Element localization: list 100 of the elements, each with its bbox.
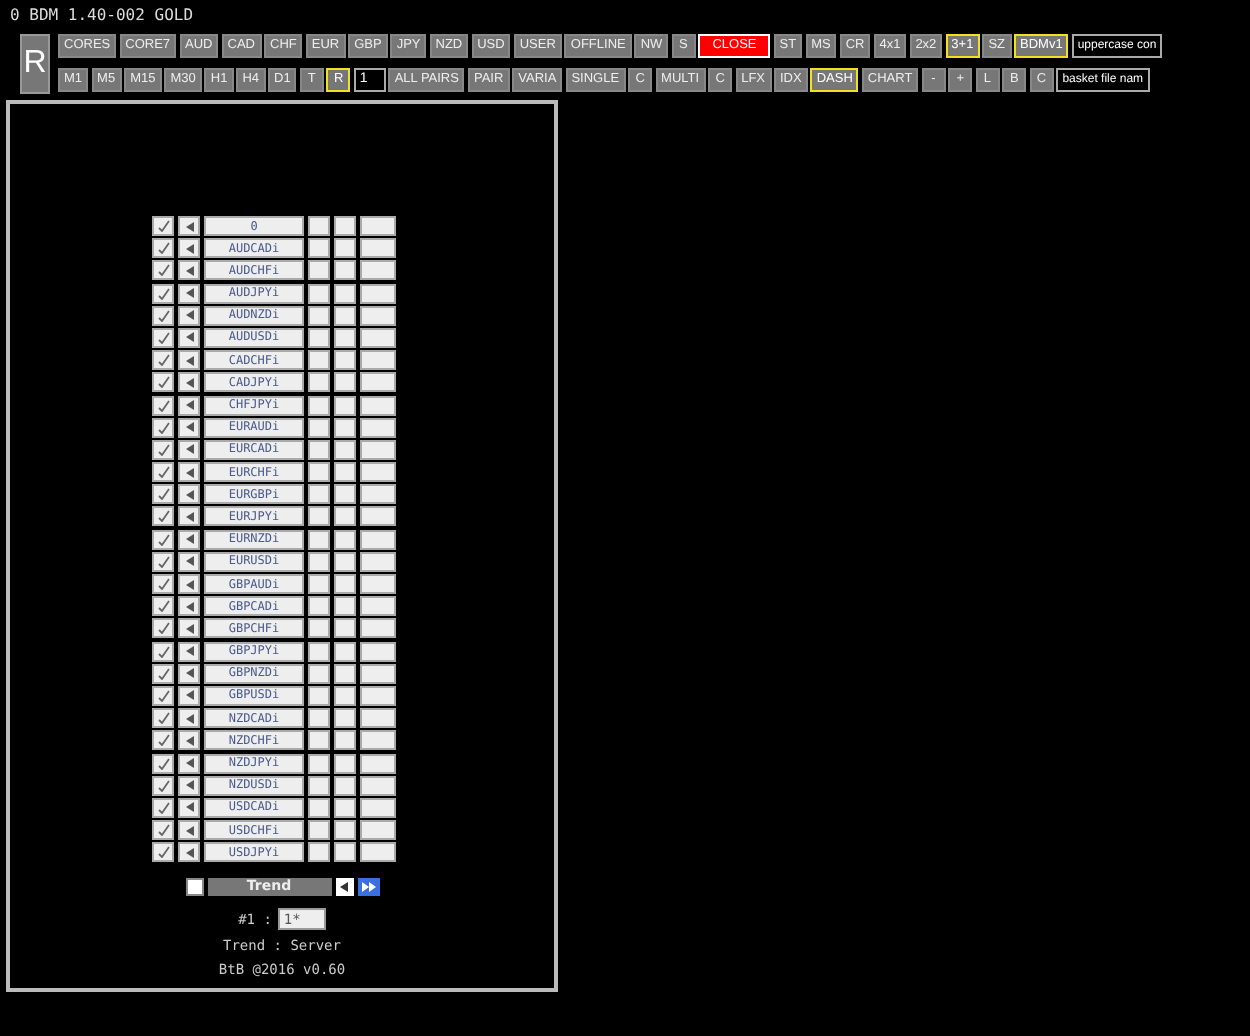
empty-cell xyxy=(360,216,396,236)
check-button[interactable] xyxy=(152,395,174,415)
empty-cell xyxy=(334,685,356,706)
arrow-button[interactable] xyxy=(178,641,200,662)
empty-cell xyxy=(334,529,356,550)
arrow-button[interactable] xyxy=(178,350,200,371)
check-button[interactable] xyxy=(152,283,174,304)
arrow-button[interactable] xyxy=(178,484,200,505)
empty-cell xyxy=(334,395,356,415)
check-button[interactable] xyxy=(152,260,174,281)
check-button[interactable] xyxy=(152,708,174,729)
check-button[interactable] xyxy=(152,529,174,550)
check-button[interactable] xyxy=(152,842,174,863)
empty-cell xyxy=(308,305,330,326)
empty-cell xyxy=(308,753,330,773)
check-button[interactable] xyxy=(152,596,174,617)
check-button[interactable] xyxy=(152,462,174,483)
empty-cell xyxy=(308,506,330,527)
left-triangle-icon xyxy=(340,882,348,893)
arrow-button[interactable] xyxy=(178,462,200,483)
arrow-button[interactable] xyxy=(178,842,200,863)
previous-button[interactable] xyxy=(335,878,353,897)
empty-cell xyxy=(360,753,396,773)
fast-forward-button[interactable] xyxy=(357,878,379,897)
empty-cell xyxy=(308,372,330,393)
arrow-button[interactable] xyxy=(178,618,200,639)
check-button[interactable] xyxy=(152,417,174,438)
arrow-button[interactable] xyxy=(178,417,200,438)
arrow-button[interactable] xyxy=(178,327,200,348)
arrow-button[interactable] xyxy=(178,506,200,527)
checkbox[interactable] xyxy=(185,878,203,897)
empty-cell xyxy=(308,775,330,796)
check-button[interactable] xyxy=(152,350,174,371)
arrow-button[interactable] xyxy=(178,283,200,304)
empty-cell xyxy=(334,663,356,684)
check-button[interactable] xyxy=(152,305,174,326)
check-button[interactable] xyxy=(152,797,174,818)
empty-cell xyxy=(334,417,356,438)
empty-cell xyxy=(360,618,396,639)
empty-cell xyxy=(308,395,330,415)
empty-cell xyxy=(360,551,396,572)
check-button[interactable] xyxy=(152,820,174,841)
check-button[interactable] xyxy=(152,484,174,505)
arrow-button[interactable] xyxy=(178,216,200,236)
empty-cell xyxy=(360,327,396,348)
empty-cell xyxy=(334,641,356,662)
empty-cell xyxy=(334,618,356,639)
arrow-button[interactable] xyxy=(178,708,200,729)
arrow-button[interactable] xyxy=(178,372,200,393)
empty-cell xyxy=(360,439,396,460)
check-button[interactable] xyxy=(152,327,174,348)
empty-cell xyxy=(334,372,356,393)
check-button[interactable] xyxy=(152,216,174,236)
arrow-button[interactable] xyxy=(178,775,200,796)
arrow-button[interactable] xyxy=(178,820,200,841)
left-triangle-icon xyxy=(185,758,193,768)
empty-cell xyxy=(360,372,396,393)
check-button[interactable] xyxy=(152,574,174,594)
empty-cell xyxy=(360,462,396,483)
empty-cell xyxy=(308,238,330,259)
check-button[interactable] xyxy=(152,372,174,393)
check-button[interactable] xyxy=(152,506,174,527)
arrow-button[interactable] xyxy=(178,797,200,818)
check-button[interactable] xyxy=(152,238,174,259)
empty-cell xyxy=(360,260,396,281)
empty-cell xyxy=(334,238,356,259)
check-button[interactable] xyxy=(152,685,174,706)
check-button[interactable] xyxy=(152,641,174,662)
arrow-button[interactable] xyxy=(178,551,200,572)
check-button[interactable] xyxy=(152,439,174,460)
empty-cell xyxy=(360,685,396,706)
empty-cell xyxy=(360,596,396,617)
check-button[interactable] xyxy=(152,663,174,684)
arrow-button[interactable] xyxy=(178,439,200,460)
arrow-button[interactable] xyxy=(178,574,200,594)
empty-cell xyxy=(334,260,356,281)
empty-cell xyxy=(308,574,330,594)
reset-button[interactable]: R xyxy=(20,34,50,94)
check-button[interactable] xyxy=(152,618,174,639)
arrow-button[interactable] xyxy=(178,753,200,773)
empty-cell xyxy=(360,395,396,415)
fast-forward-icon xyxy=(361,882,375,893)
arrow-button[interactable] xyxy=(178,663,200,684)
arrow-button[interactable] xyxy=(178,238,200,259)
arrow-button[interactable] xyxy=(178,260,200,281)
empty-cell xyxy=(334,283,356,304)
arrow-button[interactable] xyxy=(178,305,200,326)
check-button[interactable] xyxy=(152,730,174,751)
arrow-button[interactable] xyxy=(178,529,200,550)
empty-cell xyxy=(308,641,330,662)
arrow-button[interactable] xyxy=(178,685,200,706)
check-button[interactable] xyxy=(152,775,174,796)
empty-cell xyxy=(360,283,396,304)
arrow-button[interactable] xyxy=(178,596,200,617)
empty-cell xyxy=(308,216,330,236)
arrow-button[interactable] xyxy=(178,730,200,751)
check-button[interactable] xyxy=(152,753,174,773)
check-button[interactable] xyxy=(152,551,174,572)
empty-cell xyxy=(334,305,356,326)
arrow-button[interactable] xyxy=(178,395,200,415)
